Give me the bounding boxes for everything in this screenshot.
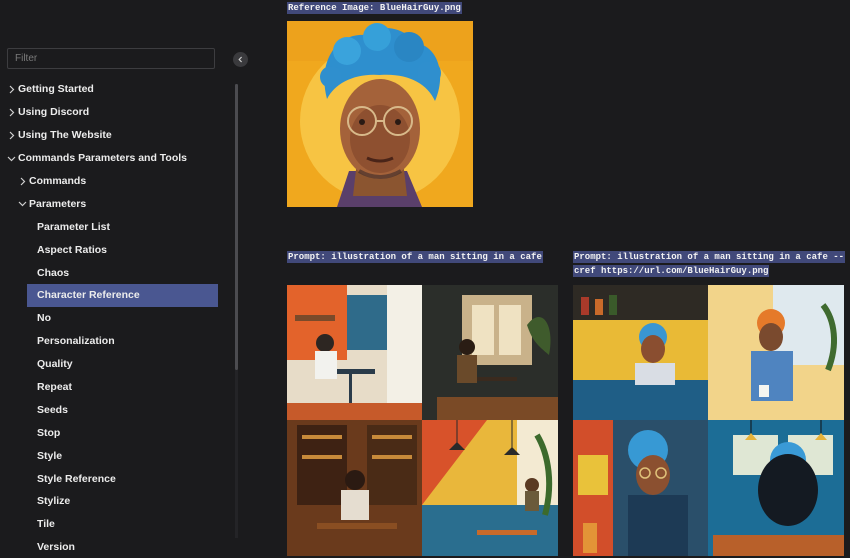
- sidebar-item-tile[interactable]: Tile: [0, 513, 230, 536]
- docs-sidebar: Getting Started Using Discord Using The We…: [0, 0, 250, 558]
- sidebar-item-using-discord[interactable]: Using Discord: [0, 101, 230, 124]
- sidebar-item-label: Commands Parameters and Tools: [18, 152, 188, 165]
- sidebar-item-aspect-ratios[interactable]: Aspect Ratios: [0, 238, 230, 261]
- sidebar-item-label: Parameter List: [37, 220, 110, 233]
- sidebar-item-getting-started[interactable]: Getting Started: [0, 78, 230, 101]
- collapse-sidebar-button[interactable]: [233, 52, 248, 67]
- sidebar-item-commands[interactable]: Commands: [0, 170, 230, 193]
- cafe-image-grid-without-cref: [287, 285, 558, 556]
- sidebar-item-stop[interactable]: Stop: [0, 421, 230, 444]
- sidebar-item-style[interactable]: Style: [0, 444, 230, 467]
- sidebar-item-style-reference[interactable]: Style Reference: [0, 467, 230, 490]
- sidebar-item-label: Tile: [37, 518, 55, 531]
- sidebar-item-parameter-list[interactable]: Parameter List: [0, 215, 230, 238]
- sidebar-item-label: Stop: [37, 426, 61, 439]
- sidebar-item-label: Style: [37, 449, 63, 462]
- chevron-right-icon: [7, 129, 16, 141]
- sidebar-item-label: Using The Website: [18, 129, 112, 142]
- chevron-right-icon: [7, 83, 16, 95]
- prompt-caption-right: Prompt: illustration of a man sitting in…: [573, 251, 846, 277]
- sidebar-item-version[interactable]: Version: [0, 536, 230, 558]
- sidebar-item-label: Repeat: [37, 381, 73, 394]
- sidebar-item-label: Character Reference: [37, 289, 140, 302]
- chevron-down-icon: [18, 198, 27, 210]
- reference-image-caption: Reference Image: BlueHairGuy.png: [287, 2, 462, 14]
- sidebar-item-label: Getting Started: [18, 83, 94, 96]
- sidebar-item-personalization[interactable]: Personalization: [0, 330, 230, 353]
- sidebar-item-repeat[interactable]: Repeat: [0, 376, 230, 399]
- sidebar-item-parameters[interactable]: Parameters: [0, 192, 230, 215]
- main-content: Reference Image: BlueHairGuy.png Prompt:…: [250, 0, 850, 558]
- chevron-left-icon: [238, 56, 243, 63]
- prompt-caption-left: Prompt: illustration of a man sitting in…: [287, 251, 543, 263]
- sidebar-item-label: Seeds: [37, 403, 68, 416]
- sidebar-nav: Getting Started Using Discord Using The We…: [0, 78, 230, 558]
- sidebar-item-commands-parameters-and-tools[interactable]: Commands Parameters and Tools: [0, 147, 230, 170]
- sidebar-item-label: Using Discord: [18, 106, 90, 119]
- sidebar-item-using-the-website[interactable]: Using The Website: [0, 124, 230, 147]
- chevron-right-icon: [18, 175, 27, 187]
- sidebar-item-label: Personalization: [37, 335, 115, 348]
- sidebar-item-stylize[interactable]: Stylize: [0, 490, 230, 513]
- sidebar-item-seeds[interactable]: Seeds: [0, 398, 230, 421]
- sidebar-item-label: Chaos: [37, 266, 70, 279]
- sidebar-item-label: Parameters: [29, 197, 87, 210]
- chevron-down-icon: [7, 152, 16, 164]
- sidebar-item-label: Commands: [29, 175, 87, 187]
- filter-input[interactable]: [7, 48, 215, 69]
- sidebar-item-label: No: [37, 312, 51, 325]
- sidebar-item-chaos[interactable]: Chaos: [0, 261, 230, 284]
- sidebar-item-no[interactable]: No: [0, 307, 230, 330]
- sidebar-item-label: Quality: [37, 358, 73, 371]
- sidebar-item-label: Style Reference: [37, 472, 116, 485]
- sidebar-item-quality[interactable]: Quality: [0, 353, 230, 376]
- sidebar-scrollbar-thumb[interactable]: [235, 84, 238, 370]
- chevron-right-icon: [7, 106, 16, 118]
- cafe-image-grid-with-cref: [573, 285, 844, 556]
- sidebar-item-label: Version: [37, 541, 75, 554]
- sidebar-item-label: Aspect Ratios: [37, 243, 108, 256]
- sidebar-item-character-reference[interactable]: Character Reference: [27, 284, 218, 307]
- sidebar-item-label: Stylize: [37, 495, 71, 508]
- reference-image: [287, 21, 473, 207]
